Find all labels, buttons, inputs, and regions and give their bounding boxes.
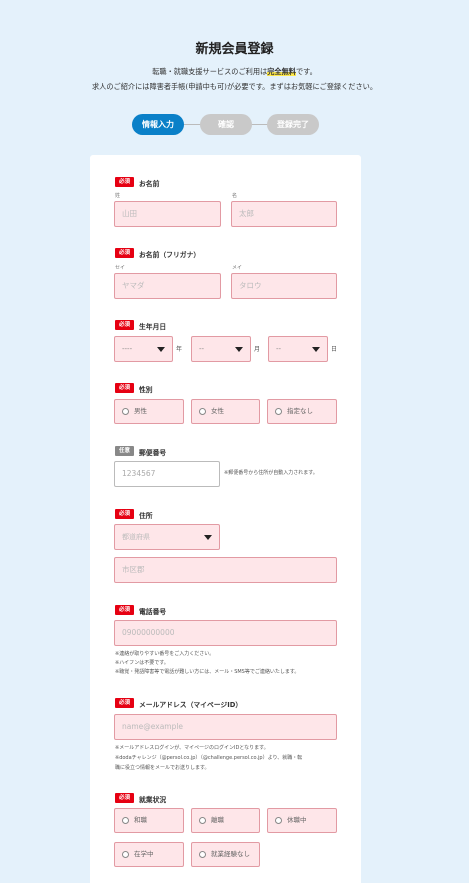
required-badge: 必須 [115,509,134,519]
email-label: メールアドレス（マイページID） [139,701,243,709]
required-badge: 必須 [115,793,134,803]
radio-circle [199,817,206,824]
email-note-3: 職に役立つ情報をメールでお送りします。 [115,765,210,771]
prefecture-value: 都道府県 [122,533,150,541]
email-note-1: ※メールアドレスログインが、マイページのログインIDとなります。 [115,745,269,751]
postal-code-input[interactable]: 1234567 [114,461,220,487]
year-unit: 年 [176,346,183,353]
chevron-down-icon [204,535,212,540]
last-name-kana-input[interactable]: ヤマダ [114,273,221,299]
radio-circle [275,408,282,415]
intro-text-end: です。 [295,67,317,76]
form-card [90,155,361,883]
phone-label: 電話番号 [139,608,167,616]
phone-input[interactable]: 09000000000 [114,620,337,646]
optional-badge: 任意 [115,446,134,456]
phone-note-2: ※ハイフンは不要です。 [115,660,169,666]
required-badge: 必須 [115,698,134,708]
employment-option-employed[interactable]: 和職 [114,808,184,833]
chevron-down-icon [312,347,320,352]
birth-year-value: ---- [122,345,133,353]
employment-option-label: 和職 [134,816,147,824]
free-highlight: 完全無料 [267,67,296,76]
radio-circle [122,817,129,824]
kana-sei-label: セイ [115,265,126,271]
page-title: 新規会員登録 [195,42,274,57]
prefecture-select[interactable]: 都道府県 [114,524,220,550]
radio-circle [199,408,206,415]
radio-circle [122,851,129,858]
chevron-down-icon [235,347,243,352]
required-badge: 必須 [115,320,134,330]
employment-option-label: 離職 [211,816,224,824]
postal-label: 郵便番号 [139,449,167,457]
intro-line-2: 求人のご紹介には障害者手帳(申請中も可)が必要です。まずはお気軽にご登録ください… [91,82,378,91]
birth-day-select[interactable]: -- [268,336,328,362]
phone-note-3: ※聴覚・発語障害等で電話が難しい方には、メール・SMS等でご連絡いたします。 [115,669,300,675]
employment-option-on-leave[interactable]: 休職中 [267,808,337,833]
address-label: 住所 [139,512,153,520]
intro-text: 転職・就職支援サービスのご利用は [152,67,268,76]
month-unit: 月 [254,346,261,353]
employment-option-label: 就業経験なし [211,850,250,858]
email-note-2: ※dodaチャレンジ（@persol.co.jp）（@challenge.per… [115,755,303,761]
gender-option-label: 指定なし [287,407,313,415]
gender-option-label: 女性 [211,407,224,415]
gender-option-female[interactable]: 女性 [191,399,260,424]
radio-circle [122,408,129,415]
employment-option-label: 休職中 [287,816,307,824]
radio-circle [199,851,206,858]
intro-line-1: 転職・就職支援サービスのご利用は完全無料です。 [0,67,469,77]
kana-label: お名前（フリガナ） [139,251,201,259]
required-badge: 必須 [115,605,134,615]
step-confirm: 確認 [200,114,252,135]
step-complete: 登録完了 [267,114,319,135]
birth-month-value: -- [199,345,205,353]
gender-option-male[interactable]: 男性 [114,399,184,424]
name-label: お名前 [139,180,160,188]
required-badge: 必須 [115,248,134,258]
birth-day-value: -- [276,345,282,353]
gender-label: 性別 [139,386,153,394]
step-input: 情報入力 [132,114,184,135]
email-input[interactable]: name@example [114,714,337,740]
last-name-input[interactable]: 山田 [114,201,221,227]
chevron-down-icon [157,347,165,352]
radio-circle [275,817,282,824]
sei-label: 姓 [115,193,121,199]
birth-month-select[interactable]: -- [191,336,251,362]
kana-mei-label: メイ [232,265,243,271]
first-name-kana-input[interactable]: タロウ [231,273,337,299]
mei-label: 名 [232,193,238,199]
birth-year-select[interactable]: ---- [114,336,173,362]
first-name-input[interactable]: 太郎 [231,201,337,227]
employment-option-student[interactable]: 在学中 [114,842,184,867]
birth-label: 生年月日 [139,323,167,331]
postal-hint: ※郵便番号から住所が自動入力されます。 [224,470,318,476]
employment-option-label: 在学中 [134,850,154,858]
employment-label: 就業状況 [139,796,167,804]
gender-option-unspecified[interactable]: 指定なし [267,399,337,424]
day-unit: 日 [331,346,338,353]
employment-option-left-job[interactable]: 離職 [191,808,260,833]
required-badge: 必須 [115,177,134,187]
city-input[interactable]: 市区郡 [114,557,337,583]
phone-note-1: ※連絡が取りやすい番号をご入力ください。 [115,651,215,657]
gender-option-label: 男性 [134,407,147,415]
required-badge: 必須 [115,383,134,393]
employment-option-no-experience[interactable]: 就業経験なし [191,842,260,867]
